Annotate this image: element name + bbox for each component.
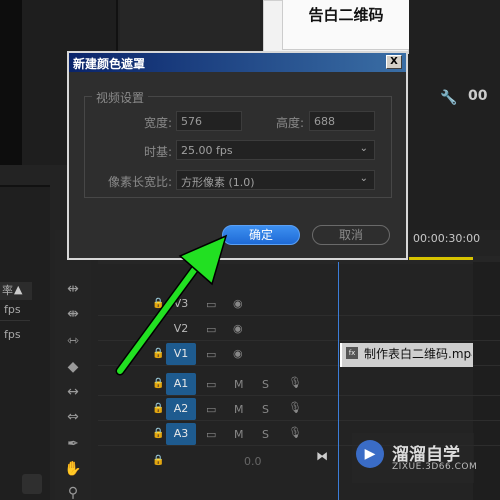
marker-icon[interactable]: ⧓ (316, 449, 328, 463)
mute-button[interactable]: M (234, 403, 244, 416)
solo-button[interactable]: S (262, 403, 269, 416)
solo-button[interactable]: S (262, 378, 269, 391)
play-logo-icon: ▶ (356, 440, 384, 468)
fx-badge-icon: fx (346, 347, 358, 359)
rate-stretch-icon[interactable]: ⇿ (64, 332, 82, 350)
effects-panel (0, 185, 50, 500)
track-label-a1[interactable]: A1 (166, 373, 196, 395)
lock-icon[interactable]: 🔒 (152, 298, 164, 309)
chevron-down-icon: ⌄ (359, 173, 368, 184)
slip-icon[interactable]: ↔ (64, 383, 82, 401)
lock-icon[interactable]: 🔒 (152, 455, 164, 466)
pixel-aspect-label: 像素长宽比: (107, 175, 172, 189)
track-select-icon[interactable]: ⇹ (64, 280, 82, 298)
cancel-button[interactable]: 取消 (312, 225, 390, 245)
width-label: 宽度: (143, 116, 172, 130)
clip-name: 制作表白二维码.mp4 (364, 347, 472, 361)
lock-icon[interactable]: 🔒 (152, 428, 164, 439)
master-volume-value[interactable]: 0.0 (244, 455, 262, 468)
track-row-v2 (98, 317, 500, 341)
hand-icon[interactable]: ✋ (64, 460, 82, 478)
height-field[interactable]: 688 (309, 111, 375, 131)
new-item-button[interactable] (22, 474, 42, 494)
track-label-v1[interactable]: V1 (166, 343, 196, 365)
mic-icon[interactable]: 🎙 (288, 401, 302, 414)
sync-icon[interactable]: ▭ (206, 403, 216, 416)
mute-button[interactable]: M (234, 428, 244, 441)
group-label: 视频设置 (92, 89, 149, 106)
pen-icon[interactable]: ✒ (64, 435, 82, 453)
timebase-select[interactable]: 25.00 fps ⌄ (176, 140, 375, 160)
dialog-title: 新建颜色遮罩 (73, 57, 146, 71)
lock-icon[interactable]: 🔒 (152, 348, 164, 359)
razor-icon[interactable]: ◆ (64, 358, 82, 376)
sync-icon[interactable]: ▭ (206, 323, 216, 336)
program-timecode: 00 (468, 88, 488, 104)
chevron-down-icon: ⌄ (359, 143, 368, 154)
pixel-aspect-select[interactable]: 方形像素 (1.0) ⌄ (176, 170, 375, 190)
eye-icon[interactable]: ◉ (233, 322, 243, 335)
lock-icon[interactable]: 🔒 (152, 403, 164, 414)
mic-icon[interactable]: 🎙 (288, 376, 302, 389)
width-field[interactable]: 576 (176, 111, 242, 131)
sort-up-icon[interactable]: ▲ (14, 283, 22, 296)
track-label-v3[interactable]: V3 (166, 293, 196, 315)
ok-button[interactable]: 确定 (222, 225, 300, 245)
eye-icon[interactable]: ◉ (233, 347, 243, 360)
lock-icon[interactable]: 🔒 (152, 378, 164, 389)
wrench-icon[interactable]: 🔧 (440, 90, 457, 106)
mic-icon[interactable]: 🎙 (288, 426, 302, 439)
qr-title-text: 告白二维码 (308, 6, 384, 24)
height-label: 高度: (275, 116, 304, 130)
watermark-url: ZIXUE.3D66.COM (392, 462, 478, 472)
sync-icon[interactable]: ▭ (206, 298, 216, 311)
zoom-icon[interactable]: ⚲ (64, 484, 82, 500)
track-label-a2[interactable]: A2 (166, 398, 196, 420)
divider (0, 320, 30, 321)
sync-icon[interactable]: ▭ (206, 378, 216, 391)
work-area-bar[interactable] (409, 257, 473, 260)
playhead[interactable] (338, 262, 339, 500)
eye-icon[interactable]: ◉ (233, 297, 243, 310)
close-button[interactable]: X (386, 55, 402, 69)
list-item[interactable]: fps (4, 303, 21, 316)
sync-icon[interactable]: ▭ (206, 428, 216, 441)
timebase-label: 时基: (143, 145, 172, 159)
solo-button[interactable]: S (262, 428, 269, 441)
pixel-aspect-value: 方形像素 (1.0) (181, 176, 255, 189)
ripple-edit-icon[interactable]: ⇼ (64, 305, 82, 323)
slide-icon[interactable]: ⇔ (64, 408, 82, 426)
sync-icon[interactable]: ▭ (206, 348, 216, 361)
track-label-v2[interactable]: V2 (166, 318, 196, 340)
program-monitor-panel (409, 0, 500, 230)
mute-button[interactable]: M (234, 378, 244, 391)
timeline-timecode: 00:00:30:00 (413, 232, 481, 245)
track-label-a3[interactable]: A3 (166, 423, 196, 445)
source-preview (0, 0, 22, 165)
list-item[interactable]: fps (4, 328, 21, 341)
timebase-value: 25.00 fps (181, 144, 233, 157)
